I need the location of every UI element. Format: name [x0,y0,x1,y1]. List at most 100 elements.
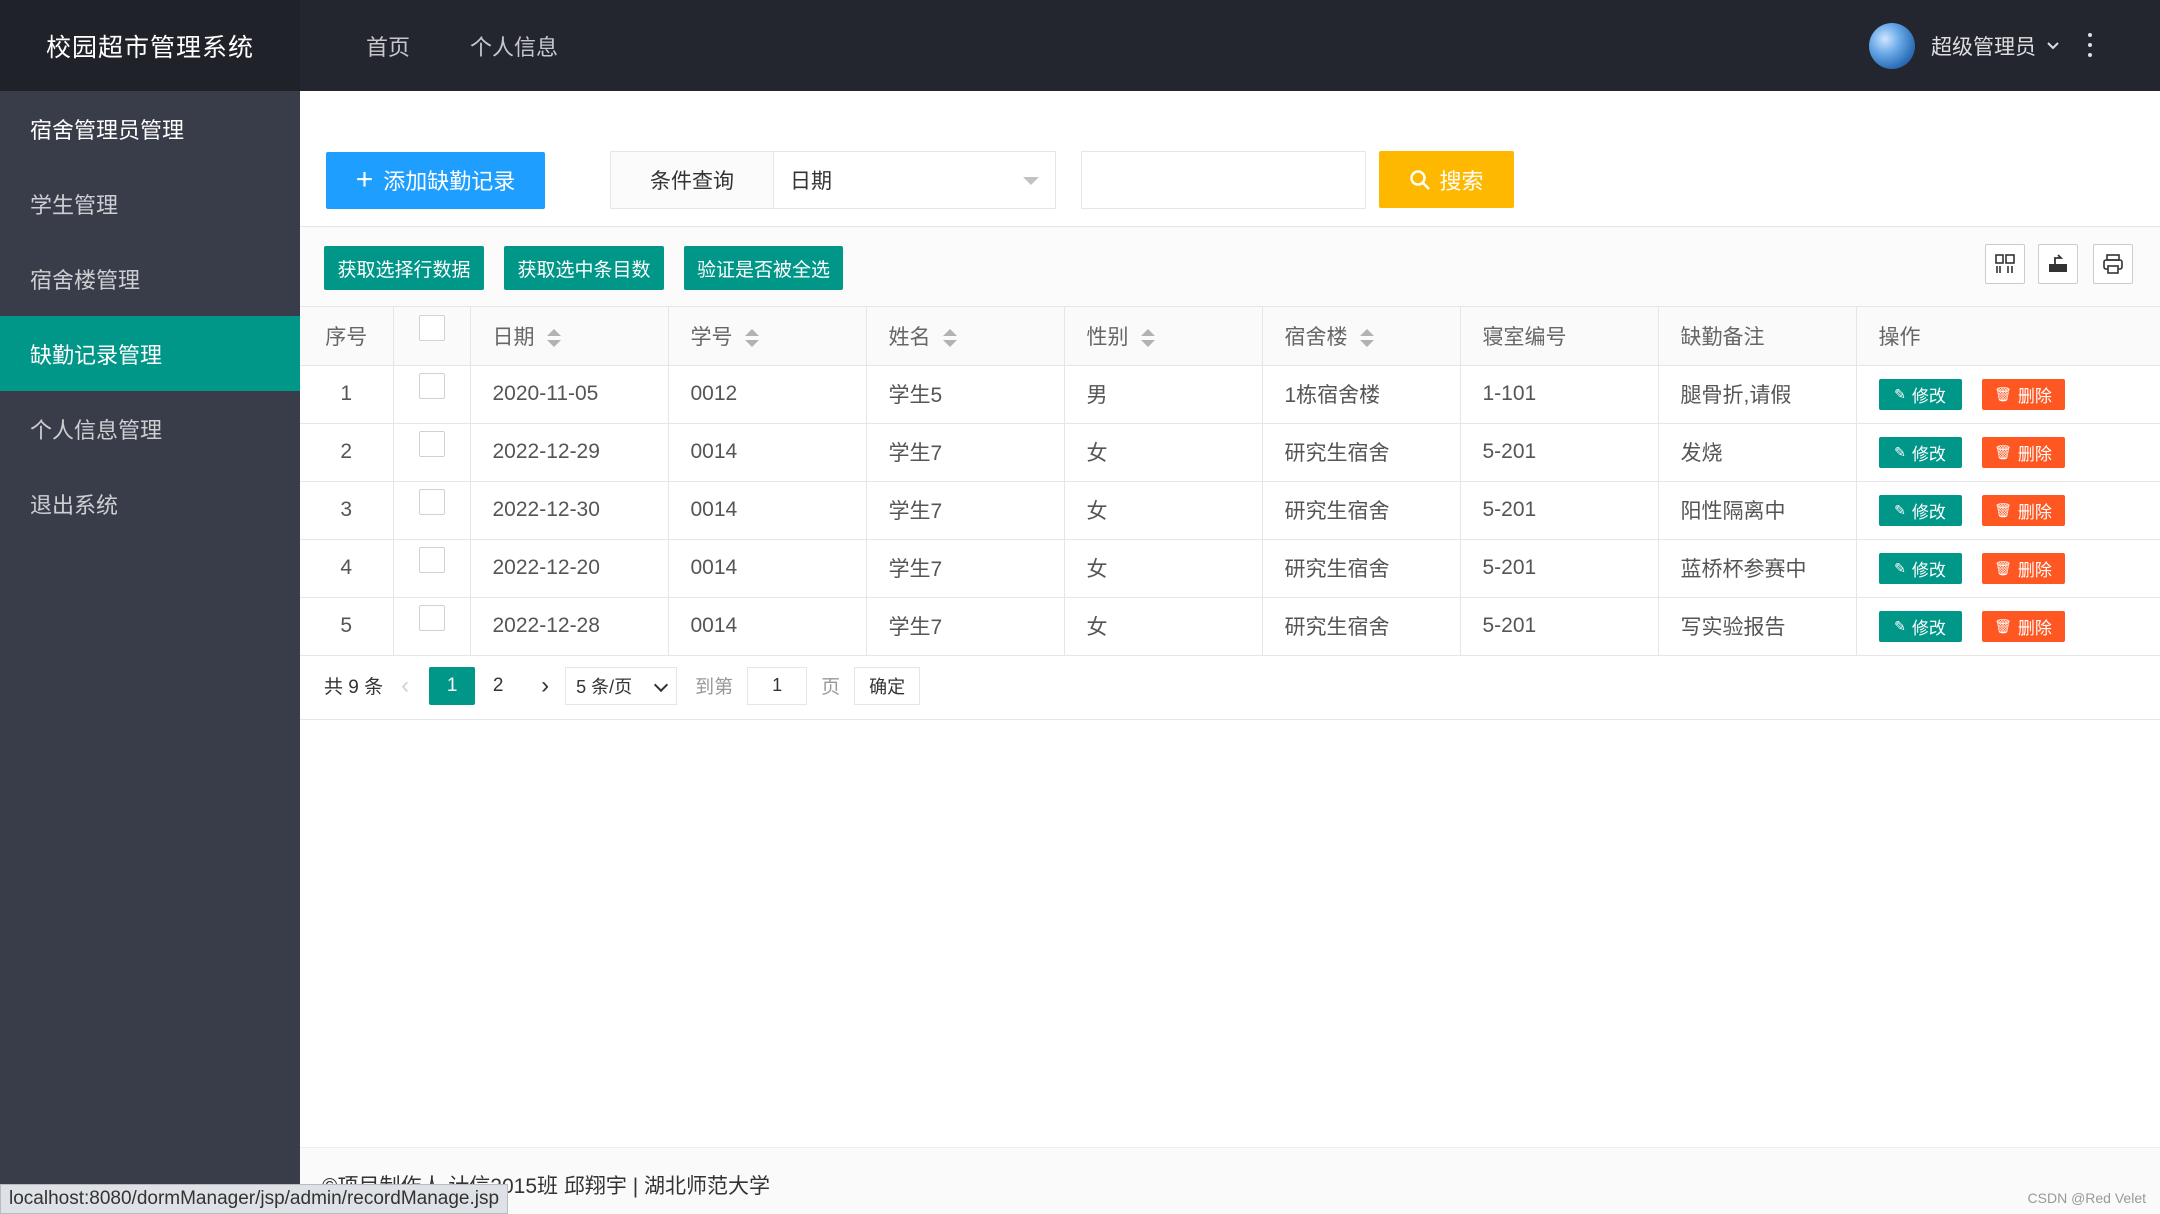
row-checkbox-cell [393,597,471,656]
table-row: 2 2022-12-29 0014 学生7 女研究生宿舍 5-201 发烧 ✎ 修改 🗑 删除 [300,423,2160,482]
chevron-down-icon [654,677,669,692]
trash-icon: 🗑 [1994,501,2012,518]
header-building[interactable]: 宿舍楼 [1262,307,1461,366]
avatar [1869,22,1915,69]
cell-name: 学生7 [866,539,1065,598]
sidebar-item-students[interactable]: 学生管理 [0,166,300,241]
condition-select[interactable]: 日期 [774,152,1055,208]
row-checkbox[interactable] [418,547,445,573]
edit-button[interactable]: ✎ 修改 [1878,494,1962,526]
row-checkbox[interactable] [418,431,445,457]
pagination: 共 9 条 ‹ 1 2 › 5 条/页 到第 1 页 确定 [300,656,2160,716]
nav-profile[interactable]: 个人信息 [440,0,588,91]
search-button-label: 搜索 [1439,168,1484,194]
delete-button-label: 删除 [2017,560,2052,580]
cell-building: 研究生宿舍 [1262,481,1461,540]
page-size-select[interactable]: 5 条/页 [565,666,678,705]
top-header: 校园超市管理系统 首页 个人信息 超级管理员 [0,0,2160,91]
get-selected-rows-button[interactable]: 获取选择行数据 [324,246,484,290]
edit-button-label: 修改 [1911,502,1946,522]
chevron-left-icon[interactable]: ‹ [401,672,409,700]
delete-button-label: 删除 [2017,386,2052,406]
sidebar-item-logout[interactable]: 退出系统 [0,466,300,541]
delete-button-label: 删除 [2017,618,2052,638]
delete-button[interactable]: 🗑 删除 [1981,610,2065,642]
nav-home[interactable]: 首页 [336,0,440,91]
header-student-no[interactable]: 学号 [668,307,867,366]
sort-icon[interactable] [1140,329,1155,348]
sort-icon[interactable] [942,329,957,348]
trash-icon: 🗑 [1994,617,2012,634]
sort-icon[interactable] [546,329,561,348]
cell-sex: 男 [1064,365,1263,424]
search-icon [1410,169,1431,190]
sidebar-item-absence-records[interactable]: 缺勤记录管理 [0,316,300,391]
row-checkbox[interactable] [418,489,445,515]
edit-button[interactable]: ✎ 修改 [1878,610,1962,642]
cell-name: 学生7 [866,481,1065,540]
columns-icon[interactable] [1985,244,2025,284]
user-name: 超级管理员 [1931,35,2036,59]
delete-button[interactable]: 🗑 删除 [1981,436,2065,468]
edit-button[interactable]: ✎ 修改 [1878,436,1962,468]
cell-name: 学生7 [866,423,1065,482]
add-record-button[interactable]: + 添加缺勤记录 [326,151,545,209]
sort-icon[interactable] [1359,329,1374,348]
row-checkbox-cell [393,481,471,540]
more-menu-icon[interactable] [2083,33,2097,57]
page-1[interactable]: 1 [429,666,476,705]
cell-room: 1-101 [1460,365,1659,424]
row-checkbox[interactable] [418,605,445,631]
header-index: 序号 [300,307,394,366]
edit-button[interactable]: ✎ 修改 [1878,552,1962,584]
select-all-checkbox[interactable] [418,314,445,341]
add-record-label: 添加缺勤记录 [383,169,516,194]
edit-button-label: 修改 [1911,444,1946,464]
header-sex[interactable]: 性别 [1064,307,1263,366]
row-index: 3 [300,481,394,540]
row-checkbox-cell [393,539,471,598]
plus-icon: + [355,163,374,196]
export-icon[interactable] [2038,244,2078,284]
chevron-right-icon[interactable]: › [541,672,549,700]
delete-button[interactable]: 🗑 删除 [1981,494,2065,526]
cell-name: 学生7 [866,597,1065,656]
page-jump-confirm-button[interactable]: 确定 [854,666,921,705]
sidebar-item-profile[interactable]: 个人信息管理 [0,391,300,466]
page-size-value: 5 条/页 [576,676,633,697]
cell-date: 2022-12-29 [470,423,669,482]
header-student-no-label: 学号 [690,325,733,349]
page-2[interactable]: 2 [475,667,521,705]
get-selected-count-button[interactable]: 获取选中条目数 [504,246,664,290]
sidebar-item-dorm-admin[interactable]: 宿舍管理员管理 [0,91,300,166]
data-table: 获取选择行数据 获取选中条目数 验证是否被全选 序号 日期 学号 姓名 性别 宿… [300,226,2160,720]
row-checkbox[interactable] [418,373,445,399]
sort-icon[interactable] [744,329,759,348]
delete-button[interactable]: 🗑 删除 [1981,552,2065,584]
cell-actions: ✎ 修改 🗑 删除 [1856,423,2160,482]
header-name[interactable]: 姓名 [866,307,1065,366]
table-row: 5 2022-12-28 0014 学生7 女研究生宿舍 5-201 写实验报告 ✎ 修改 🗑 删除 [300,597,2160,656]
cell-student-no: 0014 [668,597,867,656]
row-index: 2 [300,423,394,482]
delete-button[interactable]: 🗑 删除 [1981,378,2065,410]
pager-skip-suffix: 页 [821,677,841,698]
cell-note: 蓝桥杯参赛中 [1658,539,1857,598]
page-jump-input[interactable]: 1 [747,666,808,705]
header-date[interactable]: 日期 [470,307,669,366]
edit-button-label: 修改 [1911,386,1946,406]
search-button[interactable]: 搜索 [1379,151,1514,208]
pencil-icon: ✎ [1894,443,1906,460]
sidebar-item-buildings[interactable]: 宿舍楼管理 [0,241,300,316]
cell-student-no: 0014 [668,539,867,598]
search-input[interactable] [1081,151,1366,209]
cell-room: 5-201 [1460,597,1659,656]
print-icon[interactable] [2093,244,2133,284]
cell-room: 5-201 [1460,423,1659,482]
user-menu[interactable]: 超级管理员 [1869,0,2060,91]
check-all-selected-button[interactable]: 验证是否被全选 [684,246,843,290]
header-actions: 操作 [1856,307,2160,366]
header-date-label: 日期 [492,325,535,349]
cell-room: 5-201 [1460,539,1659,598]
edit-button[interactable]: ✎ 修改 [1878,378,1962,410]
